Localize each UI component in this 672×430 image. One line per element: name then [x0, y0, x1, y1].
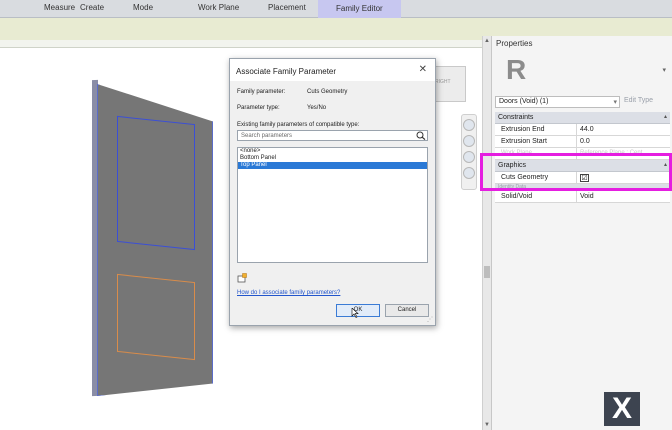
- collapse-icon[interactable]: ▴: [664, 113, 667, 120]
- family-parameter-label: Family parameter:: [237, 89, 286, 95]
- property-value[interactable]: 0.0: [577, 136, 670, 147]
- tab-work-plane[interactable]: Work Plane: [198, 3, 239, 12]
- property-name: Extrusion End: [495, 124, 577, 135]
- orbit-icon[interactable]: [463, 167, 475, 179]
- properties-panel: Properties R ▾ Doors (Void) (1) ▾ Edit T…: [491, 36, 672, 430]
- zoom-icon[interactable]: [463, 135, 475, 147]
- annotation-highlight-box: [480, 153, 672, 191]
- family-parameter-value: Cuts Geometry: [307, 89, 348, 95]
- top-panel-void[interactable]: [117, 115, 195, 251]
- list-item[interactable]: <none>: [238, 148, 427, 155]
- parameter-list[interactable]: <none> Bottom Panel Top Panel: [237, 147, 428, 263]
- dropdown-arrow-icon[interactable]: ▾: [613, 98, 617, 106]
- family-type-icon: R: [506, 54, 527, 85]
- tab-mode[interactable]: Mode: [133, 3, 153, 12]
- view-cube-face-label: RIGHT: [435, 79, 451, 85]
- help-link[interactable]: How do I associate family parameters?: [237, 290, 340, 296]
- parameter-type-value: Yes/No: [307, 105, 327, 111]
- search-icon[interactable]: [416, 131, 426, 140]
- property-row[interactable]: Extrusion Start 0.0: [495, 136, 670, 148]
- scroll-down-icon[interactable]: ▼: [484, 422, 490, 428]
- ribbon-tab-bar: Measure Create Mode Work Plane Placement…: [0, 0, 672, 18]
- tab-create[interactable]: Create: [80, 3, 104, 12]
- property-value[interactable]: Void: [577, 191, 670, 202]
- pan-icon[interactable]: [463, 151, 475, 163]
- property-value[interactable]: 44.0: [577, 124, 670, 135]
- parameter-type-label: Parameter type:: [237, 105, 280, 111]
- list-item[interactable]: Bottom Panel: [238, 155, 427, 162]
- bottom-panel-void[interactable]: [117, 273, 195, 361]
- dialog-title: Associate Family Parameter: [236, 67, 337, 76]
- cancel-button[interactable]: Cancel: [385, 304, 429, 317]
- properties-title: Properties: [496, 39, 533, 48]
- close-icon[interactable]: ✕: [419, 64, 427, 75]
- property-row[interactable]: Extrusion End 44.0: [495, 124, 670, 136]
- scroll-up-icon[interactable]: ▲: [484, 38, 490, 44]
- scroll-thumb[interactable]: [484, 266, 490, 278]
- property-name: Solid/Void: [495, 191, 577, 202]
- edit-type-button[interactable]: Edit Type: [624, 97, 653, 104]
- new-parameter-icon[interactable]: [237, 273, 247, 283]
- viewport-scrollbar[interactable]: ▲ ▼: [482, 36, 491, 430]
- view-cube[interactable]: RIGHT: [432, 66, 466, 102]
- section-label: Constraints: [498, 114, 534, 121]
- list-item-selected[interactable]: Top Panel: [238, 162, 427, 169]
- resize-grip-icon[interactable]: ⋰: [427, 316, 433, 323]
- tab-placement[interactable]: Placement: [268, 3, 306, 12]
- search-placeholder: Search parameters: [241, 133, 293, 139]
- watermark-logo: X: [604, 392, 640, 426]
- tab-family-editor[interactable]: Family Editor: [318, 0, 401, 18]
- existing-parameters-label: Existing family parameters of compatible…: [237, 122, 360, 128]
- tab-measure[interactable]: Measure: [44, 3, 75, 12]
- search-parameters-input[interactable]: Search parameters: [237, 130, 428, 141]
- steering-wheel-icon[interactable]: [463, 119, 475, 131]
- navigation-bar: [461, 114, 477, 190]
- type-selector[interactable]: Doors (Void) (1) ▾: [495, 96, 620, 108]
- type-selector-value: Doors (Void) (1): [499, 98, 549, 105]
- property-row[interactable]: Solid/Void Void: [495, 191, 670, 203]
- chevron-down-icon[interactable]: ▾: [662, 66, 666, 74]
- mouse-cursor-icon: [351, 308, 359, 318]
- section-constraints[interactable]: Constraints ▴: [495, 112, 670, 124]
- property-name: Extrusion Start: [495, 136, 577, 147]
- associate-family-parameter-dialog: Associate Family Parameter ✕ Family para…: [229, 58, 436, 326]
